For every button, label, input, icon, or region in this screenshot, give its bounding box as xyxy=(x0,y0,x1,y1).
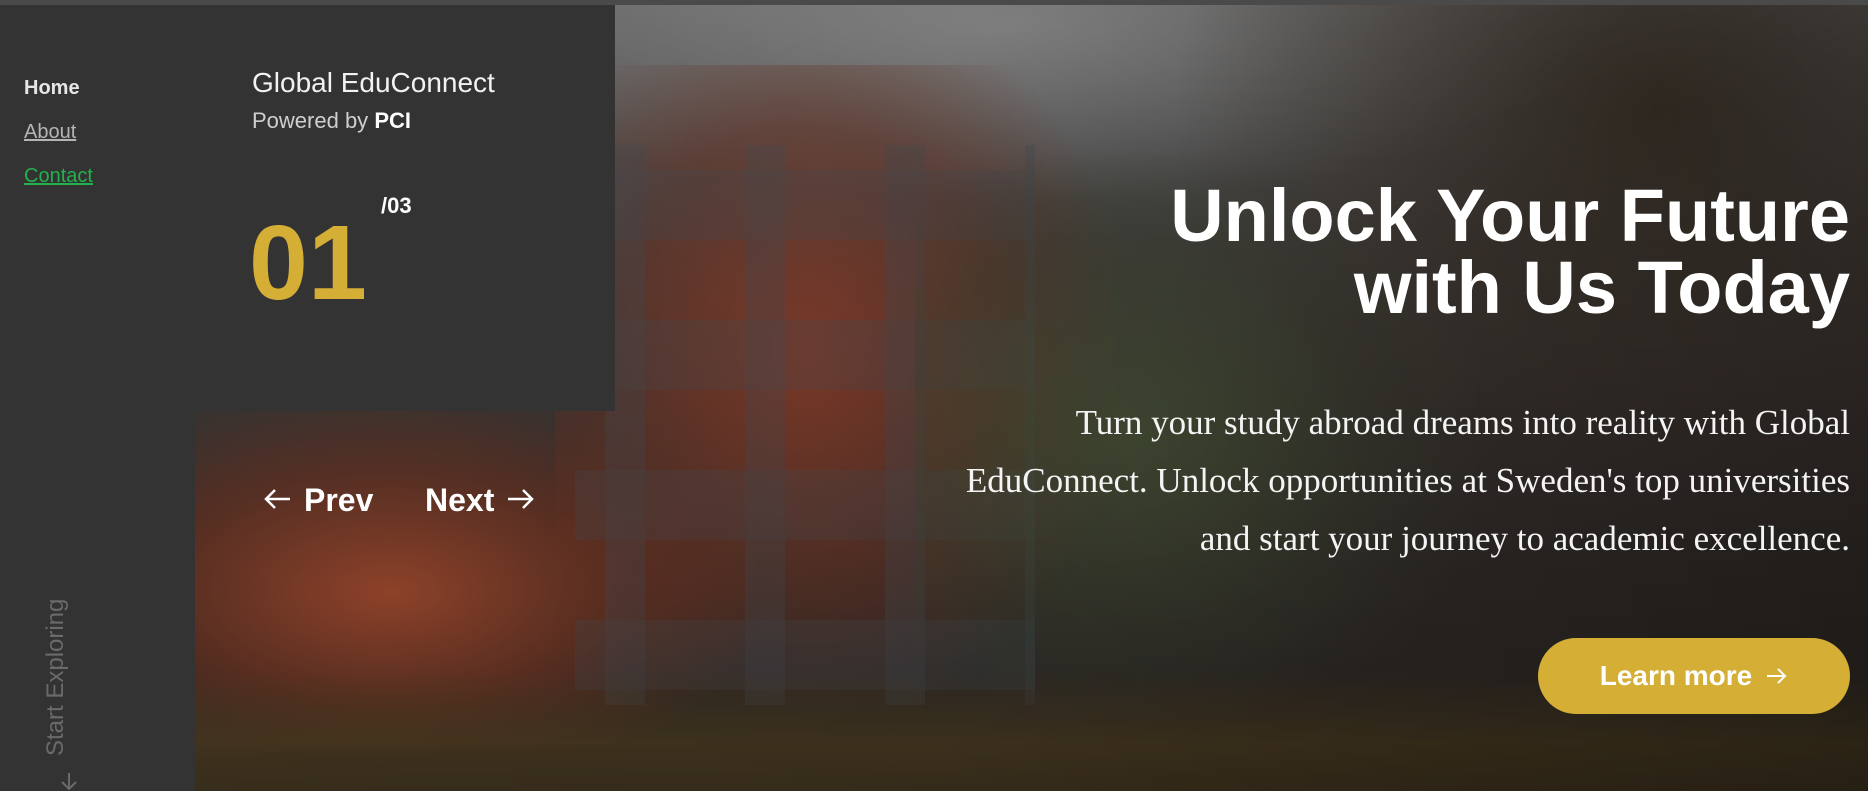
slide-counter-total: /03 xyxy=(381,193,412,218)
slide-counter-current: 01 xyxy=(249,204,367,322)
learn-more-button[interactable]: Learn more xyxy=(1538,638,1850,714)
hero-subcopy: Turn your study abroad dreams into reali… xyxy=(965,403,1850,558)
brand-panel: Global EduConnect Powered by PCI 01 /03 xyxy=(195,5,615,411)
prev-label: Prev xyxy=(304,482,374,518)
arrow-right-icon xyxy=(1766,660,1788,692)
learn-more-label: Learn more xyxy=(1599,660,1753,691)
start-exploring-label[interactable]: Start Exploring xyxy=(42,596,70,756)
powered-by-name: PCI xyxy=(374,108,411,133)
hero-headline-line2: with Us Today xyxy=(1353,246,1850,329)
powered-by-prefix: Powered by xyxy=(252,108,369,133)
arrow-down-icon[interactable] xyxy=(60,772,78,791)
hero-headline-line1: Unlock Your Future xyxy=(1170,174,1850,257)
arrow-right-icon xyxy=(506,482,536,519)
nav-about-link[interactable]: About xyxy=(24,110,93,154)
brand-title: Global EduConnect xyxy=(252,67,495,98)
side-nav: Home About Contact xyxy=(24,66,93,198)
prev-button[interactable]: Prev xyxy=(262,482,373,519)
next-button[interactable]: Next xyxy=(425,482,536,519)
nav-home-link[interactable]: Home xyxy=(24,66,93,110)
powered-by: Powered by PCI xyxy=(252,108,411,134)
arrow-left-icon xyxy=(262,482,292,519)
next-label: Next xyxy=(425,482,495,518)
nav-contact-link[interactable]: Contact xyxy=(24,154,93,198)
hero-headline: Unlock Your Future with Us Today xyxy=(950,179,1850,325)
